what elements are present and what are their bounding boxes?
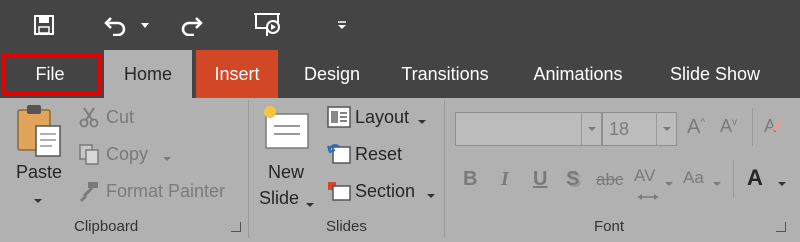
tab-insert[interactable]: Insert — [196, 50, 278, 98]
layout-icon — [327, 106, 351, 133]
cut-button[interactable]: Cut — [106, 107, 134, 128]
section-button[interactable]: Section — [355, 181, 415, 202]
paste-icon — [17, 105, 61, 157]
clipboard-group-label: Clipboard — [74, 218, 139, 235]
tab-animations[interactable]: Animations — [516, 50, 640, 98]
shrink-font-icon: A — [720, 116, 733, 136]
font-color-dropdown-icon[interactable] — [778, 175, 786, 193]
font-divider — [733, 160, 734, 198]
layout-dropdown-icon[interactable] — [418, 113, 426, 131]
grow-font-button[interactable]: A^ — [687, 116, 705, 139]
font-size-combobox[interactable]: 18 — [602, 112, 677, 146]
tab-slide-show[interactable]: Slide Show — [654, 50, 776, 98]
undo-dropdown-icon[interactable] — [138, 8, 152, 42]
group-divider — [444, 100, 445, 238]
tab-home[interactable]: Home — [104, 50, 192, 98]
reset-icon — [327, 143, 351, 170]
redo-icon[interactable] — [174, 8, 208, 42]
font-size-dropdown-icon[interactable] — [656, 113, 676, 145]
section-icon — [327, 180, 351, 207]
new-slide-label-2[interactable]: Slide — [259, 188, 299, 209]
layout-button[interactable]: Layout — [355, 107, 409, 128]
reset-button[interactable]: Reset — [355, 144, 402, 165]
font-divider — [752, 108, 753, 146]
customize-qat-icon[interactable] — [334, 8, 350, 42]
font-name-combobox[interactable] — [455, 112, 602, 146]
underline-button[interactable]: U — [533, 168, 547, 191]
character-spacing-arrows-icon — [636, 188, 660, 206]
paste-dropdown-icon[interactable] — [34, 192, 42, 210]
character-spacing-button[interactable]: AV — [634, 166, 655, 186]
undo-icon[interactable] — [98, 8, 134, 42]
font-dialog-launcher-icon[interactable] — [776, 222, 786, 232]
text-shadow-button[interactable]: S — [566, 168, 579, 191]
paste-label[interactable]: Paste — [16, 162, 62, 183]
present-from-beginning-icon[interactable] — [250, 8, 286, 42]
paste-button[interactable] — [14, 104, 68, 160]
font-color-button[interactable]: A — [747, 165, 763, 191]
group-divider — [248, 100, 249, 238]
change-case-dropdown-icon[interactable] — [713, 175, 721, 193]
copy-button[interactable]: Copy — [106, 144, 148, 165]
format-painter-icon — [78, 180, 100, 207]
save-icon[interactable] — [28, 8, 60, 42]
clipboard-dialog-launcher-icon[interactable] — [231, 222, 241, 232]
new-slide-dropdown-icon[interactable] — [306, 196, 314, 214]
tab-transitions[interactable]: Transitions — [384, 50, 506, 98]
quick-access-toolbar — [0, 0, 800, 50]
shrink-font-button[interactable]: Av — [720, 116, 737, 137]
format-painter-button[interactable]: Format Painter — [106, 181, 225, 202]
strikethrough-button[interactable]: abc — [596, 170, 623, 190]
slides-group-label: Slides — [326, 218, 367, 235]
font-group-label: Font — [594, 218, 625, 235]
character-spacing-dropdown-icon[interactable] — [665, 175, 673, 193]
cut-icon — [78, 106, 100, 133]
grow-font-icon: A — [687, 116, 701, 138]
bold-button[interactable]: B — [463, 168, 477, 191]
font-size-value: 18 — [609, 119, 630, 139]
copy-icon — [78, 143, 100, 170]
italic-button[interactable]: I — [501, 168, 509, 191]
change-case-button[interactable]: Aa — [683, 168, 704, 188]
font-name-dropdown-icon[interactable] — [581, 113, 601, 145]
clear-formatting-icon[interactable]: A — [762, 114, 784, 143]
new-slide-icon[interactable] — [262, 104, 312, 156]
file-tab-highlight — [1, 53, 102, 95]
copy-dropdown-icon[interactable] — [163, 150, 171, 168]
section-dropdown-icon[interactable] — [427, 187, 435, 205]
ribbon-tabs: File Home Insert Design Transitions Anim… — [0, 50, 800, 98]
tab-design[interactable]: Design — [286, 50, 378, 98]
new-slide-label-1[interactable]: New — [268, 162, 304, 183]
